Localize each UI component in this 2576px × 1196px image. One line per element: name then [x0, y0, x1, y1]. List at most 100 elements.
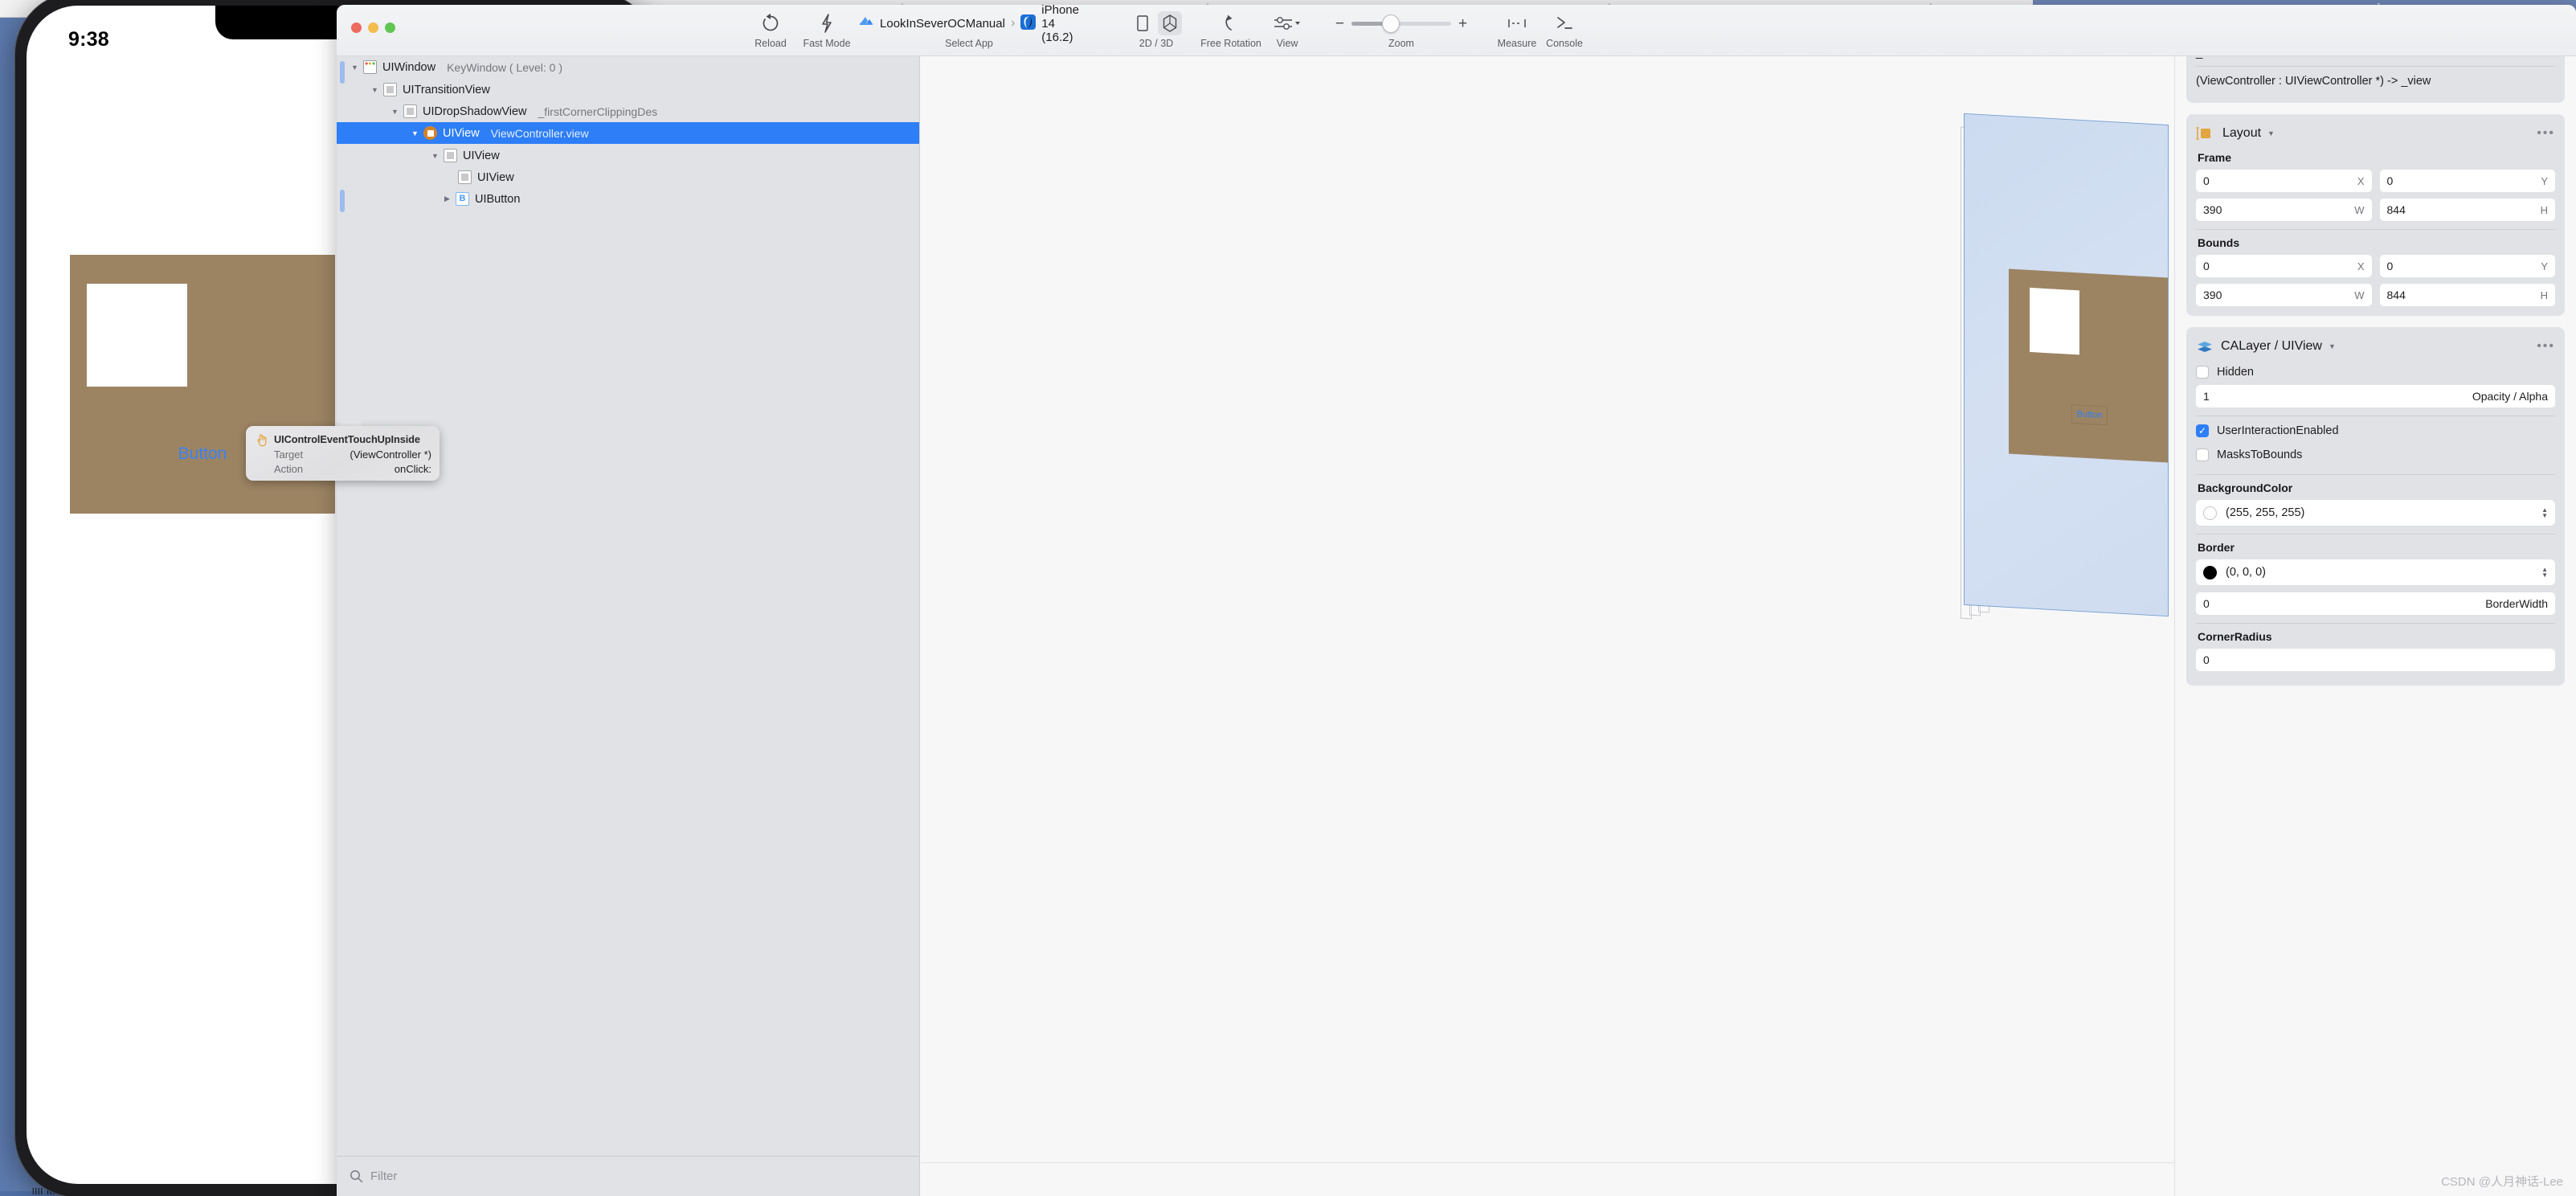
- tooltip-key: Action: [274, 463, 304, 475]
- border-label: Border: [2198, 541, 2235, 555]
- select-app-control[interactable]: LookInSeverOCManual › iPhone 14 (16.2) S…: [860, 5, 1079, 49]
- view-hierarchy-panel[interactable]: ▼ UIWindow KeyWindow ( Level: 0 ) ▼ UITr…: [337, 56, 920, 1196]
- window-controls[interactable]: [351, 23, 395, 33]
- bounds-y-field[interactable]: 0 Y: [2379, 255, 2555, 278]
- desktop-left-edge: [0, 0, 14, 1196]
- bounds-x-field[interactable]: 0 X: [2196, 255, 2372, 278]
- view-icon: [383, 83, 397, 96]
- filter-input[interactable]: Filter: [337, 1169, 919, 1183]
- calayer-more-button[interactable]: •••: [2537, 340, 2555, 353]
- corner-radius-field[interactable]: 0: [2196, 649, 2555, 672]
- disclosure-triangle-right-icon[interactable]: ▶: [442, 195, 452, 203]
- device-name: iPhone 14 (16.2): [1041, 5, 1079, 44]
- tree-row-uiview-leaf[interactable]: UIView: [337, 166, 919, 188]
- masks-to-bounds-checkbox[interactable]: [2196, 448, 2209, 462]
- white-subview[interactable]: [87, 284, 187, 387]
- chevron-down-icon[interactable]: ▼: [2329, 342, 2336, 350]
- background-color-field[interactable]: (255, 255, 255) ▲ ▼: [2196, 500, 2555, 526]
- zoom-in-button[interactable]: +: [1458, 16, 1467, 31]
- border-width-value: 0: [2203, 597, 2210, 611]
- canvas-3d-panel[interactable]: Button: [921, 56, 2174, 1196]
- app-name: LookInSeverOCManual: [880, 16, 1005, 31]
- user-interaction-row[interactable]: ✓ UserInteractionEnabled: [2196, 420, 2555, 442]
- hidden-row[interactable]: Hidden: [2196, 361, 2555, 383]
- frame-x-field[interactable]: 0 X: [2196, 170, 2372, 193]
- minimize-button[interactable]: [368, 23, 378, 33]
- brown-view-plane[interactable]: Button: [2009, 268, 2168, 463]
- layout-more-button[interactable]: •••: [2537, 127, 2555, 140]
- console-button[interactable]: Console: [1534, 11, 1595, 49]
- frame-x-value: 0: [2203, 174, 2210, 188]
- opacity-value: 1: [2203, 390, 2210, 403]
- layout-title: Layout: [2222, 126, 2262, 141]
- zoom-control[interactable]: − + Zoom: [1313, 11, 1490, 49]
- frame-w-field[interactable]: 390 W: [2196, 199, 2372, 222]
- border-width-field[interactable]: 0 BorderWidth: [2196, 592, 2555, 616]
- close-button[interactable]: [351, 23, 362, 33]
- view-icon: [444, 149, 457, 162]
- disclosure-triangle-down-icon[interactable]: ▼: [410, 129, 420, 137]
- bounds-label: Bounds: [2198, 236, 2240, 250]
- inspector-panel[interactable]: _contentView (ViewController : UIViewCon…: [2174, 56, 2576, 1196]
- measure-label: Measure: [1497, 38, 1537, 49]
- bounds-x-value: 0: [2203, 260, 2210, 273]
- lookin-main-window[interactable]: Reload Fast Mode LookInSeverOCManual › i…: [337, 5, 2576, 1196]
- layout-card-header[interactable]: Layout ▼ •••: [2196, 122, 2555, 145]
- frame-xy-row: 0 X 0 Y: [2196, 170, 2555, 193]
- reload-button[interactable]: Reload: [742, 11, 799, 49]
- border-color-field[interactable]: (0, 0, 0) ▲ ▼: [2196, 559, 2555, 586]
- disclosure-triangle-down-icon[interactable]: ▼: [430, 152, 440, 160]
- dimension-toggle[interactable]: 2D / 3D: [1108, 11, 1204, 49]
- view-options-button[interactable]: View: [1259, 11, 1315, 49]
- disclosure-triangle-down-icon[interactable]: ▼: [350, 63, 360, 72]
- disclosure-triangle-down-icon[interactable]: ▼: [370, 86, 380, 94]
- console-label: Console: [1546, 38, 1583, 49]
- view-icon: [403, 104, 417, 118]
- frame-h-value: 844: [2386, 203, 2406, 217]
- 3d-mode-button[interactable]: [1158, 11, 1182, 35]
- 3d-stage[interactable]: Button: [1815, 103, 2174, 666]
- frame-w-value: 390: [2203, 203, 2222, 217]
- zoom-out-button[interactable]: −: [1335, 16, 1344, 31]
- zoom-slider-handle[interactable]: [1382, 14, 1400, 33]
- background-color-swatch[interactable]: [2203, 506, 2217, 520]
- button-plane[interactable]: Button: [2071, 403, 2108, 426]
- 2d-3d-label: 2D / 3D: [1139, 38, 1174, 49]
- chevron-down-icon[interactable]: ▼: [2267, 129, 2275, 137]
- background-color-stepper[interactable]: ▲ ▼: [2541, 507, 2548, 519]
- tree-scroll-area[interactable]: ▼ UIWindow KeyWindow ( Level: 0 ) ▼ UITr…: [337, 56, 919, 1156]
- fast-mode-button[interactable]: Fast Mode: [795, 11, 859, 49]
- hidden-checkbox[interactable]: [2196, 366, 2209, 379]
- tree-node-name: UIButton: [475, 192, 521, 206]
- frame-h-field[interactable]: 844 H: [2379, 199, 2555, 222]
- 2d-mode-button[interactable]: [1131, 11, 1155, 35]
- tree-row-uidropshadowview[interactable]: ▼ UIDropShadowView _firstCornerClippingD…: [337, 100, 919, 122]
- tree-row-uitransitionview[interactable]: ▼ UITransitionView: [337, 79, 919, 100]
- tree-row-uibutton[interactable]: ▶ B UIButton: [337, 188, 919, 210]
- border-color-stepper[interactable]: ▲ ▼: [2541, 567, 2548, 579]
- tree-node-subtitle: KeyWindow ( Level: 0 ): [447, 60, 563, 74]
- reload-label: Reload: [754, 38, 787, 49]
- bounds-h-field[interactable]: 844 H: [2379, 284, 2555, 307]
- masks-to-bounds-row[interactable]: MasksToBounds: [2196, 444, 2555, 466]
- filter-bar[interactable]: Filter: [337, 1156, 919, 1196]
- divider: [2196, 474, 2555, 476]
- tree-row-uiwindow[interactable]: ▼ UIWindow KeyWindow ( Level: 0 ): [337, 56, 919, 78]
- maximize-button[interactable]: [385, 23, 395, 33]
- zoom-slider[interactable]: [1351, 14, 1451, 33]
- opacity-field[interactable]: 1 Opacity / Alpha: [2196, 385, 2555, 408]
- disclosure-triangle-down-icon[interactable]: ▼: [390, 108, 400, 116]
- calayer-card-header[interactable]: CALayer / UIView ▼ •••: [2196, 335, 2555, 358]
- tooltip-value: onClick:: [394, 463, 431, 475]
- frame-y-field[interactable]: 0 Y: [2379, 170, 2555, 193]
- tree-row-uiview-viewcontroller[interactable]: ▼ UIView ViewController.view: [337, 122, 919, 144]
- border-color-swatch[interactable]: [2203, 565, 2217, 580]
- tree-row-uiview-child[interactable]: ▼ UIView: [337, 145, 919, 166]
- user-interaction-checkbox[interactable]: ✓: [2196, 424, 2209, 438]
- bounds-xy-row: 0 X 0 Y: [2196, 255, 2555, 278]
- tree-node-name: UITransitionView: [403, 83, 490, 96]
- user-interaction-label: UserInteractionEnabled: [2217, 424, 2339, 438]
- tooltip-row-action: Action onClick:: [254, 463, 431, 478]
- bounds-w-field[interactable]: 390 W: [2196, 284, 2372, 307]
- white-subview-plane[interactable]: [2030, 287, 2079, 355]
